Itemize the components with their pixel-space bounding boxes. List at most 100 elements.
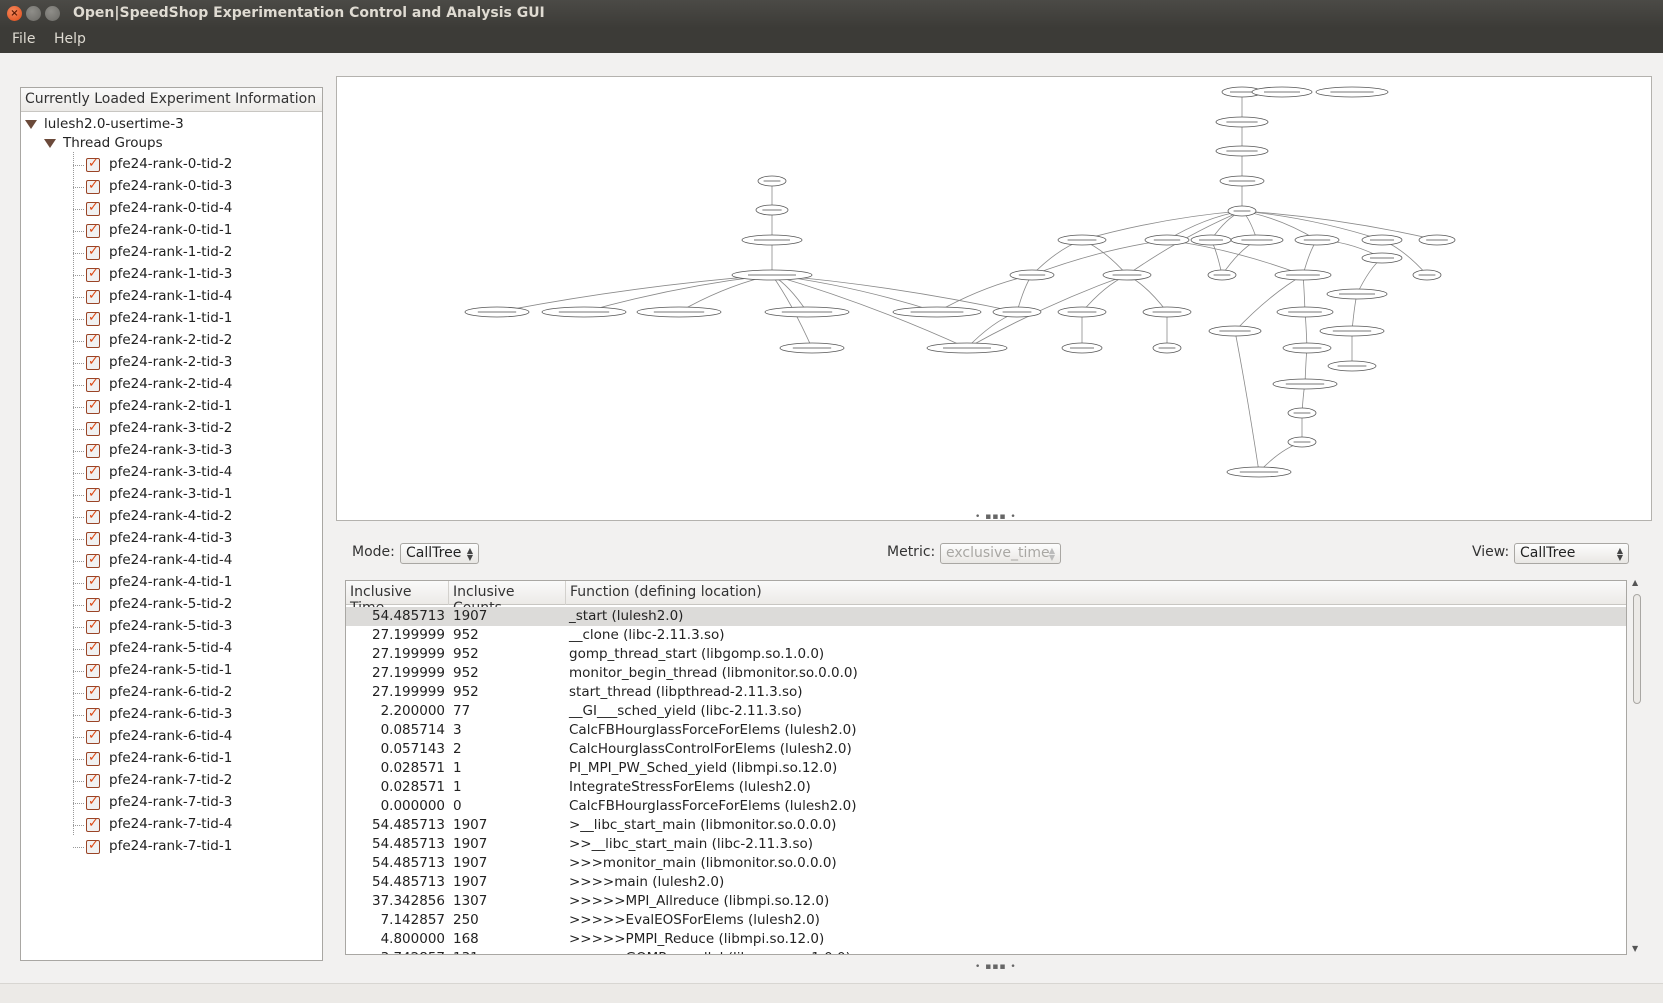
thread-item[interactable]: pfe24-rank-4-tid-2 xyxy=(21,506,321,528)
expand-arrow-icon[interactable] xyxy=(25,120,37,129)
table-row[interactable]: 4.800000 168 >>>>>PMPI_Reduce (libmpi.so.1… xyxy=(346,930,1626,949)
table-row[interactable]: 27.199999 952 gomp_thread_start (libgomp.s… xyxy=(346,645,1626,664)
thread-item[interactable]: pfe24-rank-6-tid-1 xyxy=(21,748,321,770)
thread-checkbox[interactable] xyxy=(86,156,100,172)
thread-item[interactable]: pfe24-rank-7-tid-2 xyxy=(21,770,321,792)
thread-checkbox[interactable] xyxy=(86,420,100,436)
thread-item[interactable]: pfe24-rank-2-tid-4 xyxy=(21,374,321,396)
thread-checkbox[interactable] xyxy=(86,266,100,282)
view-select[interactable]: CallTree ▲ ▼ xyxy=(1514,543,1629,564)
thread-checkbox[interactable] xyxy=(86,684,100,700)
close-window-button[interactable]: × xyxy=(7,6,22,21)
tree-item-thread-groups[interactable]: Thread Groups xyxy=(21,133,321,155)
scroll-up-icon[interactable]: ▲ xyxy=(1632,578,1638,587)
thread-item[interactable]: pfe24-rank-4-tid-1 xyxy=(21,572,321,594)
table-row[interactable]: 0.085714 3 CalcFBHourglassForceForElems (l… xyxy=(346,721,1626,740)
thread-checkbox[interactable] xyxy=(86,486,100,502)
thread-item[interactable]: pfe24-rank-1-tid-2 xyxy=(21,242,321,264)
thread-item[interactable]: pfe24-rank-0-tid-4 xyxy=(21,198,321,220)
menu-file[interactable]: File xyxy=(12,31,35,47)
table-row[interactable]: 2.200000 77 __GI___sched_yield (libc-2.11.… xyxy=(346,702,1626,721)
thread-item[interactable]: pfe24-rank-1-tid-1 xyxy=(21,308,321,330)
thread-checkbox[interactable] xyxy=(86,508,100,524)
call-graph-pane[interactable] xyxy=(336,76,1652,521)
table-row[interactable]: 0.028571 1 PI_MPI_PW_Sched_yield (libmpi.s… xyxy=(346,759,1626,778)
scroll-down-icon[interactable]: ▼ xyxy=(1632,944,1638,953)
thread-item[interactable]: pfe24-rank-0-tid-2 xyxy=(21,154,321,176)
thread-item[interactable]: pfe24-rank-0-tid-1 xyxy=(21,220,321,242)
thread-item[interactable]: pfe24-rank-7-tid-1 xyxy=(21,836,321,858)
column-inclusive-counts[interactable]: Inclusive Counts xyxy=(449,581,566,616)
thread-item[interactable]: pfe24-rank-4-tid-4 xyxy=(21,550,321,572)
mode-select[interactable]: CallTree ▲ ▼ xyxy=(400,543,479,564)
thread-checkbox[interactable] xyxy=(86,178,100,194)
thread-checkbox[interactable] xyxy=(86,552,100,568)
table-row[interactable]: 0.000000 0 CalcFBHourglassForceForElems (l… xyxy=(346,797,1626,816)
table-row[interactable]: 54.485713 1907 >>>monitor_main (libmonitor… xyxy=(346,854,1626,873)
menu-help[interactable]: Help xyxy=(54,31,86,47)
column-function[interactable]: Function (defining location) xyxy=(566,581,1626,605)
table-row[interactable]: 27.199999 952 __clone (libc-2.11.3.so) xyxy=(346,626,1626,645)
maximize-window-button[interactable] xyxy=(45,6,60,21)
thread-checkbox[interactable] xyxy=(86,816,100,832)
thread-item[interactable]: pfe24-rank-1-tid-4 xyxy=(21,286,321,308)
thread-item[interactable]: pfe24-rank-6-tid-4 xyxy=(21,726,321,748)
table-scrollbar[interactable]: ▲ ▼ xyxy=(1630,578,1644,958)
thread-item[interactable]: pfe24-rank-3-tid-2 xyxy=(21,418,321,440)
thread-item[interactable]: pfe24-rank-6-tid-2 xyxy=(21,682,321,704)
thread-item[interactable]: pfe24-rank-4-tid-3 xyxy=(21,528,321,550)
table-row[interactable]: 7.142857 250 >>>>>EvalEOSForElems (lulesh2… xyxy=(346,911,1626,930)
thread-checkbox[interactable] xyxy=(86,618,100,634)
thread-checkbox[interactable] xyxy=(86,354,100,370)
thread-item[interactable]: pfe24-rank-5-tid-3 xyxy=(21,616,321,638)
thread-item[interactable]: pfe24-rank-1-tid-3 xyxy=(21,264,321,286)
thread-item[interactable]: pfe24-rank-0-tid-3 xyxy=(21,176,321,198)
thread-checkbox[interactable] xyxy=(86,310,100,326)
thread-checkbox[interactable] xyxy=(86,838,100,854)
thread-item[interactable]: pfe24-rank-3-tid-4 xyxy=(21,462,321,484)
thread-checkbox[interactable] xyxy=(86,662,100,678)
thread-item[interactable]: pfe24-rank-3-tid-3 xyxy=(21,440,321,462)
thread-checkbox[interactable] xyxy=(86,530,100,546)
thread-item[interactable]: pfe24-rank-2-tid-1 xyxy=(21,396,321,418)
scrollbar-thumb[interactable] xyxy=(1633,594,1641,704)
table-row[interactable]: 54.485713 1907 >__libc_start_main (libmoni… xyxy=(346,816,1626,835)
thread-checkbox[interactable] xyxy=(86,574,100,590)
thread-checkbox[interactable] xyxy=(86,376,100,392)
thread-item[interactable]: pfe24-rank-2-tid-3 xyxy=(21,352,321,374)
thread-checkbox[interactable] xyxy=(86,332,100,348)
thread-checkbox[interactable] xyxy=(86,398,100,414)
calltree-table[interactable]: Inclusive Time Inclusive Counts Function… xyxy=(345,580,1627,955)
table-row[interactable]: 27.199999 952 monitor_begin_thread (libmon… xyxy=(346,664,1626,683)
table-row[interactable]: 27.199999 952 start_thread (libpthread-2.1… xyxy=(346,683,1626,702)
table-row[interactable]: 0.057143 2 CalcHourglassControlForElems (l… xyxy=(346,740,1626,759)
table-row[interactable]: 37.342856 1307 >>>>>MPI_Allreduce (libmpi.… xyxy=(346,892,1626,911)
thread-checkbox[interactable] xyxy=(86,728,100,744)
thread-item[interactable]: pfe24-rank-2-tid-2 xyxy=(21,330,321,352)
thread-item[interactable]: pfe24-rank-5-tid-2 xyxy=(21,594,321,616)
thread-checkbox[interactable] xyxy=(86,464,100,480)
table-row[interactable]: 54.485713 1907 >>>>main (lulesh2.0) xyxy=(346,873,1626,892)
table-row[interactable]: 54.485713 1907 >>__libc_start_main (libc-2… xyxy=(346,835,1626,854)
thread-checkbox[interactable] xyxy=(86,244,100,260)
thread-item[interactable]: pfe24-rank-7-tid-3 xyxy=(21,792,321,814)
thread-checkbox[interactable] xyxy=(86,596,100,612)
thread-checkbox[interactable] xyxy=(86,794,100,810)
thread-item[interactable]: pfe24-rank-5-tid-4 xyxy=(21,638,321,660)
table-row[interactable]: 0.028571 1 IntegrateStressForElems (lulesh… xyxy=(346,778,1626,797)
table-row[interactable]: 3.742857 131 >>>>>GOMP_parallel (libgomp.s… xyxy=(346,949,1626,954)
expand-arrow-icon[interactable] xyxy=(44,139,56,148)
minimize-window-button[interactable] xyxy=(26,6,41,21)
splitter-handle[interactable]: • ▪▪▪ • xyxy=(975,962,1017,972)
thread-item[interactable]: pfe24-rank-7-tid-4 xyxy=(21,814,321,836)
thread-item[interactable]: pfe24-rank-3-tid-1 xyxy=(21,484,321,506)
splitter-handle[interactable]: • ▪▪▪ • xyxy=(975,512,1017,522)
thread-checkbox[interactable] xyxy=(86,640,100,656)
thread-item[interactable]: pfe24-rank-5-tid-1 xyxy=(21,660,321,682)
thread-checkbox[interactable] xyxy=(86,200,100,216)
table-row[interactable]: 54.485713 1907 _start (lulesh2.0) xyxy=(346,607,1626,626)
thread-checkbox[interactable] xyxy=(86,706,100,722)
column-inclusive-time[interactable]: Inclusive Time xyxy=(346,581,449,616)
thread-checkbox[interactable] xyxy=(86,222,100,238)
thread-checkbox[interactable] xyxy=(86,772,100,788)
